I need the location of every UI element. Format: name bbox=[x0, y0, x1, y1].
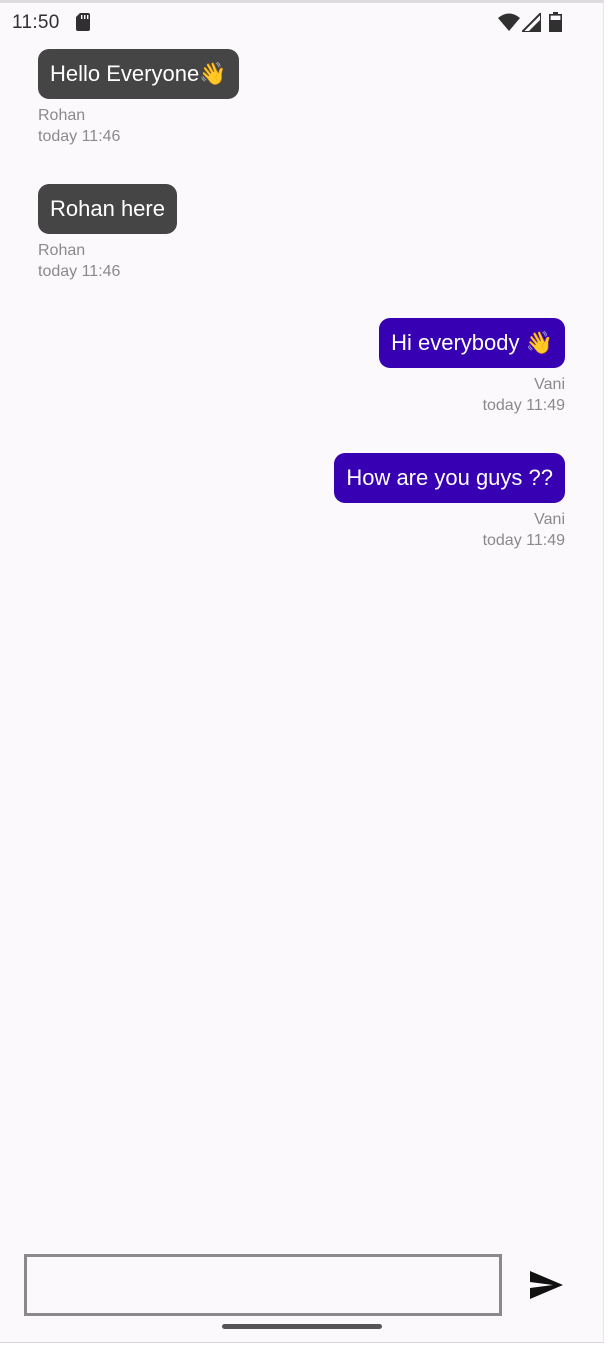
sd-card-icon bbox=[76, 13, 90, 31]
wifi-icon bbox=[498, 13, 520, 31]
message-item: Hi everybody 👋 Vani today 11:49 bbox=[379, 318, 565, 416]
message-sender: Vani bbox=[534, 511, 565, 528]
message-time: today 11:46 bbox=[38, 263, 121, 280]
message-bubble[interactable]: How are you guys ?? bbox=[334, 453, 565, 503]
message-item: Hello Everyone👋 Rohan today 11:46 bbox=[38, 49, 239, 147]
status-time: 11:50 bbox=[12, 12, 60, 33]
message-bubble[interactable]: Rohan here bbox=[38, 184, 177, 234]
chat-screen: 11:50 Hello Everyone👋 Rohan today 11:46 bbox=[0, 0, 604, 1343]
message-input[interactable] bbox=[27, 1257, 499, 1313]
message-item: Rohan here Rohan today 11:46 bbox=[38, 184, 177, 282]
message-sender: Rohan bbox=[38, 242, 86, 259]
status-bar: 11:50 bbox=[0, 3, 603, 43]
send-button[interactable] bbox=[524, 1265, 568, 1305]
message-meta: Vani today 11:49 bbox=[334, 509, 565, 551]
message-bubble[interactable]: Hello Everyone👋 bbox=[38, 49, 239, 99]
battery-icon bbox=[549, 12, 562, 32]
message-item: How are you guys ?? Vani today 11:49 bbox=[334, 453, 565, 551]
message-time: today 11:49 bbox=[482, 532, 565, 549]
message-bubble[interactable]: Hi everybody 👋 bbox=[379, 318, 565, 368]
home-indicator[interactable] bbox=[222, 1324, 382, 1329]
message-sender: Vani bbox=[534, 376, 565, 393]
message-meta: Rohan today 11:46 bbox=[38, 240, 177, 282]
message-sender: Rohan bbox=[38, 107, 86, 124]
send-icon bbox=[530, 1271, 563, 1299]
message-time: today 11:46 bbox=[38, 128, 121, 145]
message-meta: Vani today 11:49 bbox=[379, 374, 565, 416]
signal-icon bbox=[522, 13, 541, 32]
message-time: today 11:49 bbox=[482, 397, 565, 414]
message-composer bbox=[24, 1254, 502, 1316]
message-meta: Rohan today 11:46 bbox=[38, 105, 239, 147]
